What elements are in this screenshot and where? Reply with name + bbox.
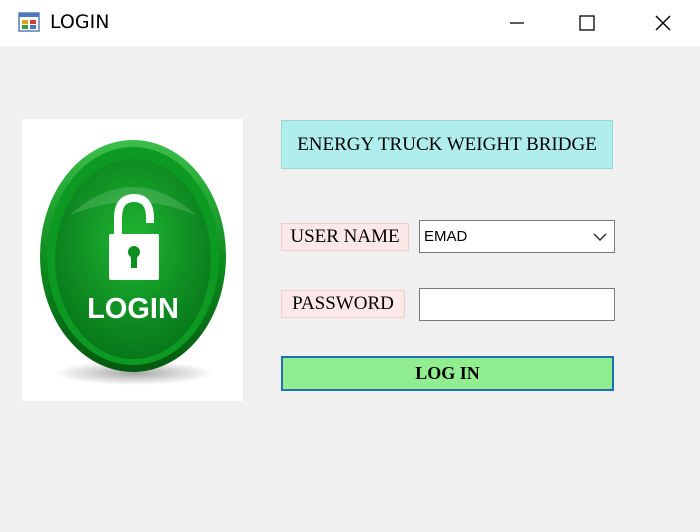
password-input[interactable] [419,288,615,321]
minimize-button[interactable] [482,0,552,46]
chevron-down-icon[interactable] [592,229,608,245]
window-title: LOGIN [50,11,110,33]
password-label: PASSWORD [281,290,405,318]
close-icon [655,15,671,31]
username-label: USER NAME [281,223,409,251]
maximize-icon [579,15,595,31]
minimize-icon [510,22,524,24]
login-button[interactable]: LOG IN [281,356,614,391]
logo-text: LOGIN [87,293,179,325]
logo-panel: LOGIN [22,119,243,401]
title-bar: LOGIN [0,0,700,46]
maximize-button[interactable] [552,0,622,46]
username-value: EMAD [424,228,468,245]
app-title-label: ENERGY TRUCK WEIGHT BRIDGE [281,120,613,169]
username-dropdown[interactable]: EMAD [419,220,615,253]
app-form-icon [18,12,40,32]
close-button[interactable] [628,0,698,46]
login-logo: LOGIN [40,140,226,385]
